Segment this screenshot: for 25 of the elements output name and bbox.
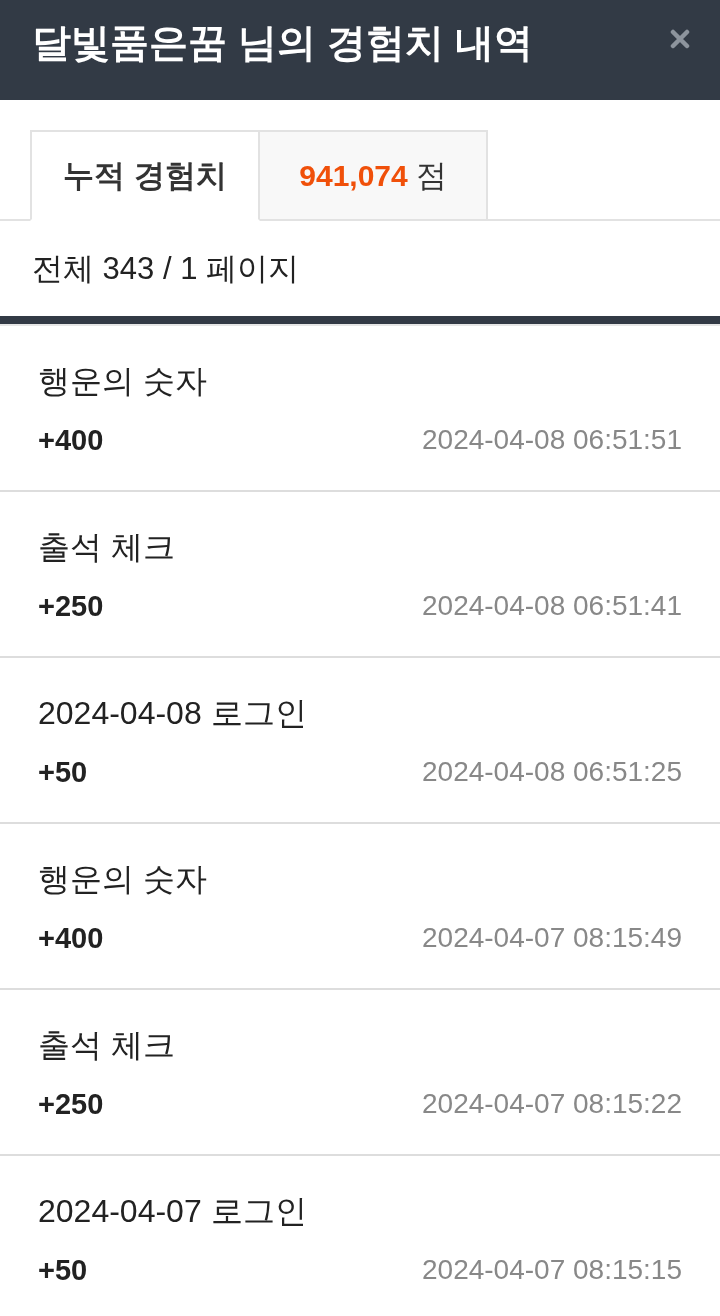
entry-title: 2024-04-08 로그인 xyxy=(38,694,307,733)
entry-points: +250 xyxy=(38,1087,104,1121)
entry-title: 출석 체크 xyxy=(38,528,175,567)
tab[interactable]: 누적 경험치 xyxy=(30,130,260,221)
entry-points: +250 xyxy=(38,589,104,623)
entry-title: 행운의 숫자 xyxy=(38,860,207,899)
entry-title: 2024-04-07 로그인 xyxy=(38,1192,307,1231)
entry-time: 2024-04-08 06:51:41 xyxy=(422,590,682,622)
close-icon[interactable] xyxy=(670,29,690,49)
entry-time: 2024-04-07 08:15:15 xyxy=(422,1254,682,1286)
total-count-text: 전체 343 / 1 페이지 xyxy=(32,249,300,288)
points-unit: 점 xyxy=(415,156,447,195)
entry-title: 출석 체크 xyxy=(38,1026,175,1065)
entry-time: 2024-04-07 08:15:22 xyxy=(422,1088,682,1120)
entry-title: 행운의 숫자 xyxy=(38,362,207,401)
entry-points: +50 xyxy=(38,755,88,789)
entry-time: 2024-04-08 06:51:51 xyxy=(422,424,682,456)
tab[interactable]: 941,074 점 xyxy=(260,130,488,221)
entry-points: +400 xyxy=(38,423,104,457)
entry-time: 2024-04-07 08:15:49 xyxy=(422,922,682,954)
points-total: 941,074 xyxy=(299,158,408,193)
entry-time: 2024-04-08 06:51:25 xyxy=(422,756,682,788)
window-title: 달빛품은꿈 님의 경험치 내역 xyxy=(32,20,533,66)
entry-points: +50 xyxy=(38,1253,88,1287)
entry-points: +400 xyxy=(38,921,104,955)
